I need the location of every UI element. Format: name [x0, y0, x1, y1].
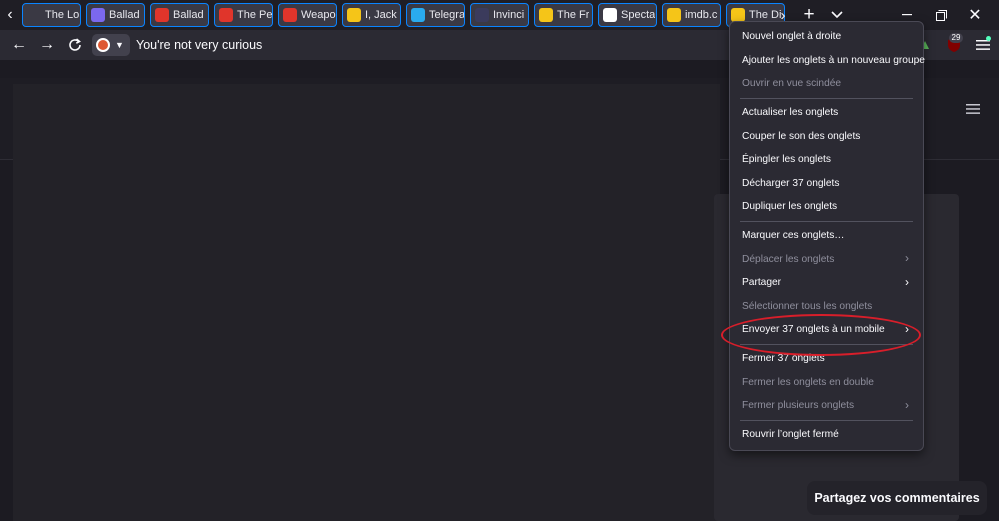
menu-item-0[interactable]: Nouvel onglet à droite [730, 25, 923, 49]
tab-6[interactable]: Telegra [406, 3, 465, 27]
menu-item-2: Ouvrir en vue scindée [730, 72, 923, 96]
feedback-button[interactable]: Partagez vos commentaires [807, 481, 987, 515]
menu-item-label: Ajouter les onglets à un nouveau groupe [742, 54, 925, 66]
menu-item-label: Couper le son des onglets [742, 130, 861, 142]
tab-label: I, Jack [365, 9, 397, 21]
url-text[interactable]: You're not very curious [136, 38, 262, 52]
menu-item-label: Sélectionner tous les onglets [742, 300, 873, 312]
app-menu-hamburger-icon[interactable] [972, 30, 994, 60]
tab-label: imdb.c [685, 9, 718, 21]
tabs-container: The Lo Ballad Ballad The Pe Weapo I, Jack Tele… [20, 3, 785, 27]
menu-item-label: Fermer les onglets en double [742, 376, 874, 388]
duckduckgo-icon [96, 38, 110, 52]
tab-label: Weapo [301, 9, 336, 21]
page-icon [27, 8, 41, 22]
menu-separator [740, 419, 913, 421]
imdb-icon [539, 8, 553, 22]
menu-item-6[interactable]: Épingler les onglets [730, 148, 923, 172]
menu-item-label: Décharger 37 onglets [742, 177, 840, 189]
update-dot-icon [986, 36, 991, 41]
submenu-arrow-icon: › [905, 274, 909, 289]
site-menu-hamburger-icon[interactable] [966, 102, 982, 116]
submenu-arrow-icon: › [905, 397, 909, 412]
scroll-tabs-left-icon[interactable]: ‹ [0, 0, 20, 30]
tab-label: Specta [621, 9, 656, 21]
tab-label: The Pe [237, 9, 272, 21]
tomato-icon [155, 8, 169, 22]
tab-label: Telegra [429, 9, 464, 21]
tab-10[interactable]: imdb.c [662, 3, 721, 27]
tomato-icon [283, 8, 297, 22]
red-highlight-ellipse [721, 314, 921, 356]
tab-label: Ballad [173, 9, 204, 21]
tab-label: Invinci [493, 9, 525, 21]
restore-window-icon[interactable] [930, 0, 952, 30]
media-panel [13, 84, 720, 521]
menu-item-18: Fermer plusieurs onglets › [730, 394, 923, 418]
menu-item-label: Actualiser les onglets [742, 107, 839, 119]
menu-item-12[interactable]: Partager › [730, 271, 923, 295]
submenu-arrow-icon: › [905, 251, 909, 266]
menu-item-label: Dupliquer les onglets [742, 201, 838, 213]
menu-item-4[interactable]: Actualiser les onglets [730, 101, 923, 125]
menu-item-label: Nouvel onglet à droite [742, 31, 842, 43]
imdb-icon [347, 8, 361, 22]
film-icon [91, 8, 105, 22]
tab-9[interactable]: Specta [598, 3, 657, 27]
tab-1[interactable]: Ballad [86, 3, 145, 27]
menu-item-5[interactable]: Couper le son des onglets [730, 124, 923, 148]
tab-2[interactable]: Ballad [150, 3, 209, 27]
forward-arrow-icon[interactable]: → [34, 32, 60, 58]
tab-5[interactable]: I, Jack [342, 3, 401, 27]
menu-item-label: Déplacer les onglets [742, 253, 835, 265]
menu-item-17: Fermer les onglets en double [730, 370, 923, 394]
tab-label: The Fr [557, 9, 590, 21]
tab-context-menu: Nouvel onglet à droite Ajouter les onglet… [729, 21, 925, 451]
ublock-extension-button[interactable]: 29 [942, 30, 966, 60]
tab-0[interactable]: The Lo [22, 3, 81, 27]
imdb-icon [731, 8, 745, 22]
menu-item-label: Marquer ces onglets… [742, 230, 845, 242]
tab-label: The Lo [45, 9, 80, 21]
tab-label: Ballad [109, 9, 140, 21]
menu-item-label: Partager [742, 277, 782, 289]
tab-7[interactable]: Invinci [470, 3, 529, 27]
imdb-icon [667, 8, 681, 22]
menu-item-11: Déplacer les onglets › [730, 247, 923, 271]
menu-item-label: Épingler les onglets [742, 154, 831, 166]
extension-badge: 29 [949, 33, 963, 43]
h-icon [603, 8, 617, 22]
menu-separator [740, 97, 913, 99]
menu-item-1[interactable]: Ajouter les onglets à un nouveau groupe [730, 49, 925, 73]
chevron-down-icon: ▼ [115, 40, 124, 50]
menu-item-label: Ouvrir en vue scindée [742, 78, 842, 90]
menu-item-10[interactable]: Marquer ces onglets… [730, 224, 923, 248]
tab-3[interactable]: The Pe [214, 3, 273, 27]
back-arrow-icon[interactable]: ← [6, 32, 32, 58]
menu-item-label: Fermer plusieurs onglets [742, 400, 855, 412]
tab-4[interactable]: Weapo [278, 3, 337, 27]
menu-item-label: Rouvrir l’onglet fermé [742, 428, 839, 440]
reload-icon[interactable] [62, 32, 88, 58]
search-engine-button[interactable]: ▼ [92, 34, 130, 56]
close-window-icon[interactable]: ✕ [963, 0, 987, 30]
tomato-icon [219, 8, 233, 22]
menu-item-7[interactable]: Décharger 37 onglets [730, 172, 923, 196]
menu-item-8[interactable]: Dupliquer les onglets [730, 195, 923, 219]
video-icon [475, 8, 489, 22]
menu-separator [740, 220, 913, 222]
telegram-icon [411, 8, 425, 22]
tab-8[interactable]: The Fr [534, 3, 593, 27]
menu-item-20[interactable]: Rouvrir l’onglet fermé [730, 423, 923, 447]
url-bar[interactable]: ▼ You're not very curious [92, 33, 722, 57]
